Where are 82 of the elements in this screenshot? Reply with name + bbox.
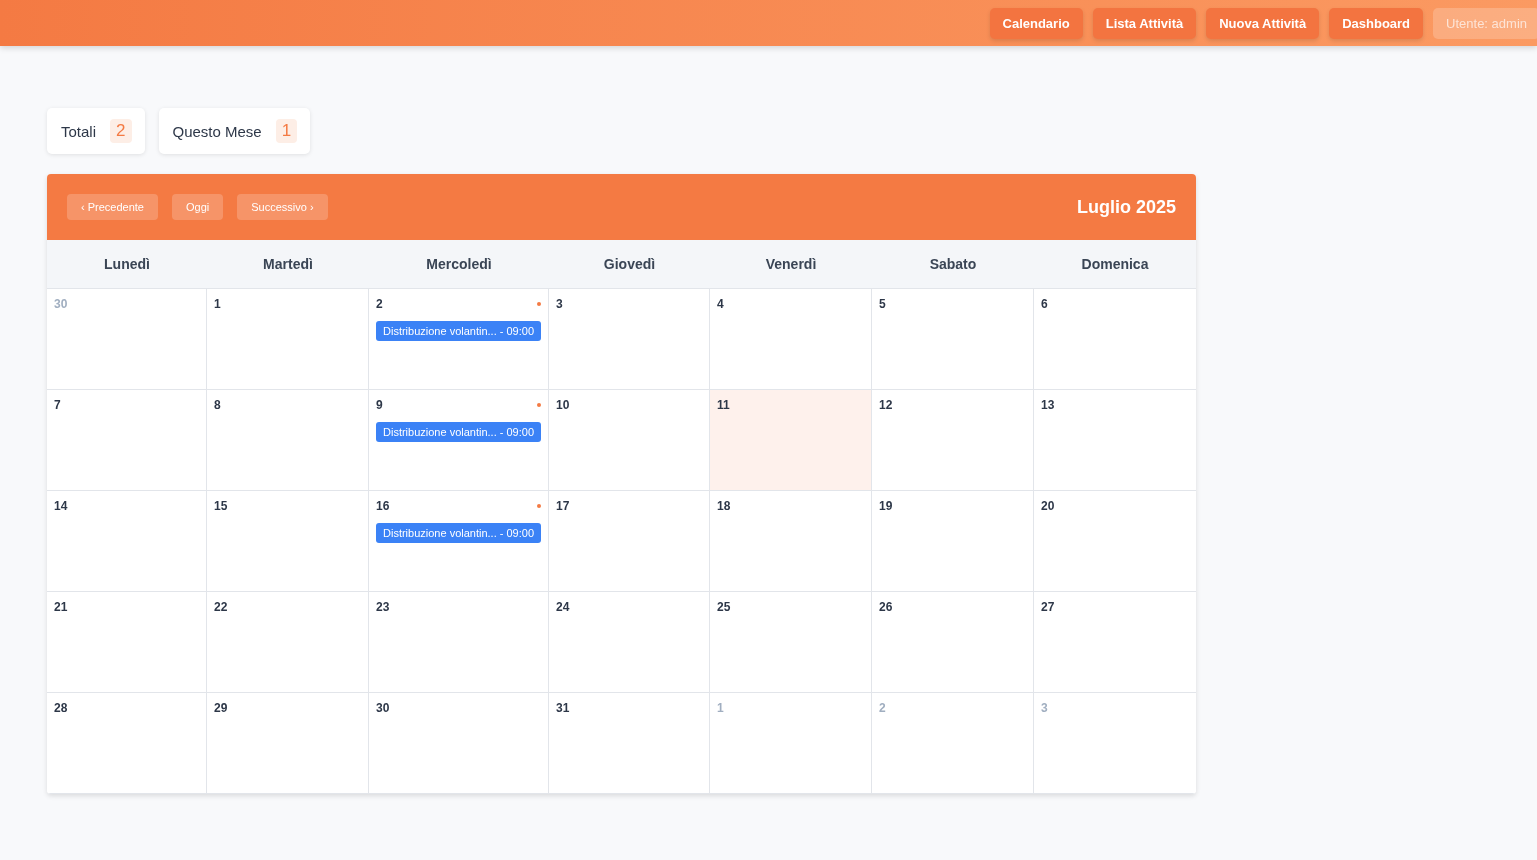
day-cell[interactable]: 11 — [710, 390, 872, 491]
day-number: 30 — [376, 701, 390, 715]
weekday-label: Venerdì — [764, 255, 818, 274]
day-number: 24 — [556, 600, 570, 614]
day-number: 23 — [376, 600, 390, 614]
month-title: Luglio 2025 — [1076, 196, 1176, 218]
day-cell[interactable]: 8 — [207, 390, 369, 491]
day-number: 1 — [214, 297, 221, 311]
day-cell[interactable]: 12 — [872, 390, 1034, 491]
day-cell[interactable]: 4 — [710, 289, 872, 390]
day-number: 2 — [376, 297, 383, 311]
day-number: 19 — [879, 499, 893, 513]
day-number: 25 — [717, 600, 731, 614]
day-cell[interactable]: 2 Distribuzione volantin... - 09:00 — [369, 289, 549, 390]
weekday-label: Sabato — [928, 255, 978, 274]
day-cell[interactable]: 28 — [47, 693, 207, 794]
weekday-label: Giovedì — [602, 255, 657, 274]
day-number: 4 — [717, 297, 724, 311]
day-cell[interactable]: 9 Distribuzione volantin... - 09:00 — [369, 390, 549, 491]
weekday-label: Domenica — [1080, 255, 1150, 274]
weekday-label: Martedì — [262, 255, 314, 274]
stat-count: 1 — [275, 119, 298, 143]
day-cell[interactable]: 16 Distribuzione volantin... - 09:00 — [369, 491, 549, 592]
day-cell[interactable]: 20 — [1034, 491, 1196, 592]
day-cell[interactable]: 14 — [47, 491, 207, 592]
day-number: 22 — [214, 600, 228, 614]
day-number: 13 — [1041, 398, 1055, 412]
day-cell[interactable]: 3 — [549, 289, 710, 390]
day-number: 8 — [214, 398, 221, 412]
stat-count: 2 — [110, 119, 132, 143]
day-number: 3 — [556, 297, 563, 311]
day-cell[interactable]: 30 — [369, 693, 549, 794]
user-label: Utente: admin — [1433, 7, 1537, 39]
day-cell[interactable]: 25 — [710, 592, 872, 693]
day-number: 12 — [879, 398, 893, 412]
day-number: 3 — [1041, 701, 1048, 715]
event-chip[interactable]: Distribuzione volantin... - 09:00 — [376, 321, 541, 341]
day-number: 27 — [1041, 600, 1055, 614]
day-cell[interactable]: 17 — [549, 491, 710, 592]
day-cell[interactable]: 27 — [1034, 592, 1196, 693]
day-cell[interactable]: 31 — [549, 693, 710, 794]
day-number: 14 — [54, 499, 68, 513]
day-cell[interactable]: 23 — [369, 592, 549, 693]
day-number: 29 — [214, 701, 228, 715]
day-number: 11 — [717, 398, 730, 412]
event-chip[interactable]: Distribuzione volantin... - 09:00 — [376, 422, 541, 442]
day-number: 6 — [1041, 297, 1048, 311]
day-cell[interactable]: 13 — [1034, 390, 1196, 491]
day-cell[interactable]: 21 — [47, 592, 207, 693]
day-number: 16 — [376, 499, 390, 513]
weekday-label: Mercoledì — [425, 255, 493, 274]
day-number: 17 — [556, 499, 570, 513]
day-cell[interactable]: 19 — [872, 491, 1034, 592]
day-number: 28 — [54, 701, 68, 715]
day-number: 21 — [54, 600, 68, 614]
day-number: 7 — [54, 398, 61, 412]
day-number: 15 — [214, 499, 228, 513]
day-number: 1 — [717, 701, 724, 715]
weekday-label: Lunedì — [103, 255, 151, 274]
day-cell[interactable]: 22 — [207, 592, 369, 693]
day-number: 31 — [556, 701, 570, 715]
day-cell[interactable]: 24 — [549, 592, 710, 693]
day-number: 5 — [879, 297, 886, 311]
day-number: 26 — [879, 600, 893, 614]
day-cell[interactable]: 5 — [872, 289, 1034, 390]
day-number: 18 — [717, 499, 731, 513]
day-number: 9 — [376, 398, 383, 412]
day-cell[interactable]: 6 — [1034, 289, 1196, 390]
day-number: 30 — [54, 297, 68, 311]
day-number: 20 — [1041, 499, 1055, 513]
day-cell[interactable]: 1 — [207, 289, 369, 390]
stat-label: Totali — [61, 122, 97, 140]
day-number: 2 — [879, 701, 886, 715]
day-cell[interactable]: 29 — [207, 693, 369, 794]
day-cell[interactable]: 10 — [549, 390, 710, 491]
day-cell[interactable]: 18 — [710, 491, 872, 592]
day-number: 10 — [556, 398, 570, 412]
stat-label: Questo Mese — [172, 122, 262, 140]
day-cell[interactable]: 15 — [207, 491, 369, 592]
day-cell[interactable]: 26 — [872, 592, 1034, 693]
day-cell[interactable]: 7 — [47, 390, 207, 491]
event-chip[interactable]: Distribuzione volantin... - 09:00 — [376, 523, 541, 543]
